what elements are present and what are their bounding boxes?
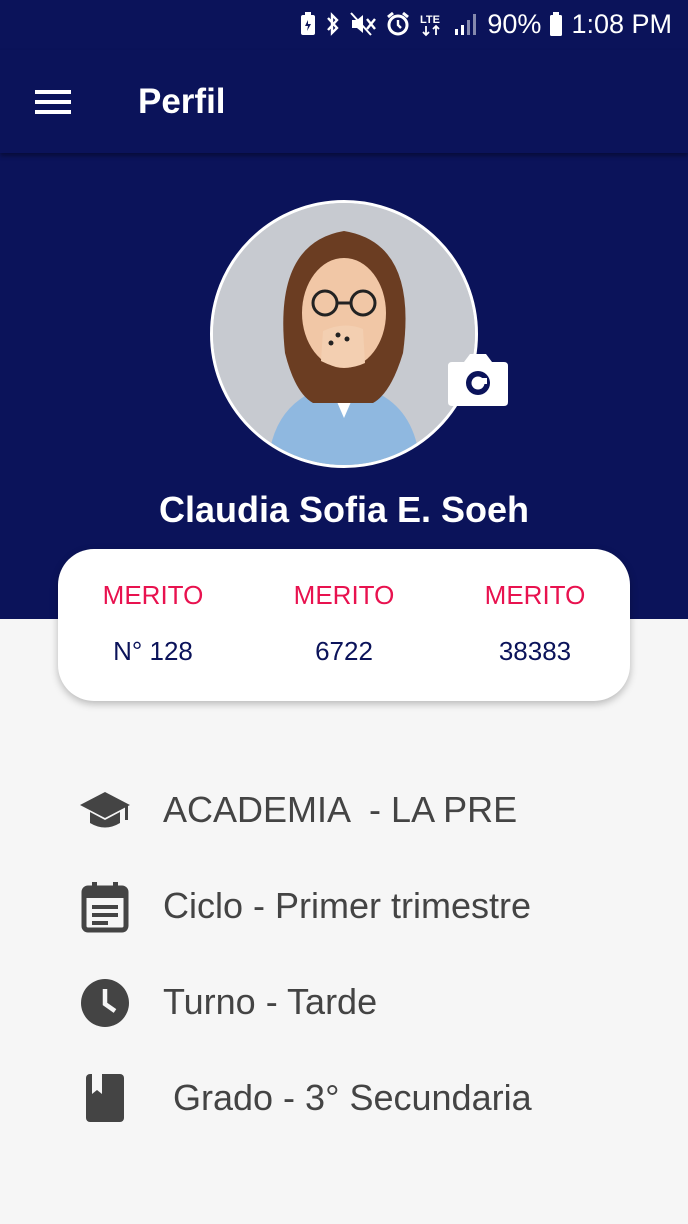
battery-saver-icon: [301, 12, 316, 35]
merit-label: MERITO: [102, 580, 204, 610]
merit-stat-1: MERITO N° 128: [58, 579, 248, 667]
info-text: Ciclo - Primer trimestre: [163, 885, 532, 926]
info-row-academy: ACADEMIA - LA PRE: [0, 778, 688, 838]
status-bar: LTE 90% 1:08 PM: [0, 0, 688, 50]
battery-percentage: 90%: [487, 9, 542, 39]
calendar-icon: [81, 882, 129, 933]
clock-icon: [81, 979, 129, 1027]
lte-icon: LTE: [420, 14, 440, 37]
alarm-icon: [387, 11, 410, 36]
avatar-photo: [213, 203, 475, 465]
info-row-grade: Grado - 3° Secundaria: [0, 1066, 688, 1126]
merit-label: MERITO: [484, 580, 586, 610]
info-row-shift: Turno - Tarde: [0, 970, 688, 1030]
merit-value: 38383: [498, 636, 572, 666]
mute-icon: [350, 12, 377, 36]
info-text: Grado - 3° Secundaria: [163, 1077, 532, 1118]
info-text: ACADEMIA - LA PRE: [163, 789, 518, 830]
bluetooth-icon: [327, 12, 340, 36]
info-row-cycle: Ciclo - Primer trimestre: [0, 874, 688, 934]
signal-icon: [455, 14, 477, 35]
page-title: Perfil: [138, 82, 226, 121]
book-icon: [86, 1074, 124, 1122]
camera-icon: [448, 354, 508, 406]
hamburger-menu-icon: [35, 90, 71, 114]
merit-label: MERITO: [293, 580, 395, 610]
merit-stat-2: MERITO 6722: [249, 579, 439, 667]
merit-value: N° 128: [113, 636, 193, 666]
avatar[interactable]: [210, 200, 478, 468]
app-bar: Perfil: [0, 50, 688, 153]
clock-time: 1:08 PM: [571, 9, 672, 39]
merit-stat-3: MERITO 38383: [440, 579, 630, 667]
info-text: Turno - Tarde: [163, 981, 378, 1022]
merit-card: MERITO N° 128 MERITO 6722 MERITO 38383: [58, 549, 630, 701]
change-photo-button[interactable]: [446, 350, 510, 408]
svg-text:LTE: LTE: [420, 14, 440, 26]
menu-button[interactable]: [30, 80, 76, 124]
merit-value: 6722: [315, 636, 373, 666]
battery-icon: [550, 12, 563, 36]
profile-name: Claudia Sofia E. Soeh: [158, 489, 530, 530]
graduation-cap-icon: [80, 792, 130, 828]
